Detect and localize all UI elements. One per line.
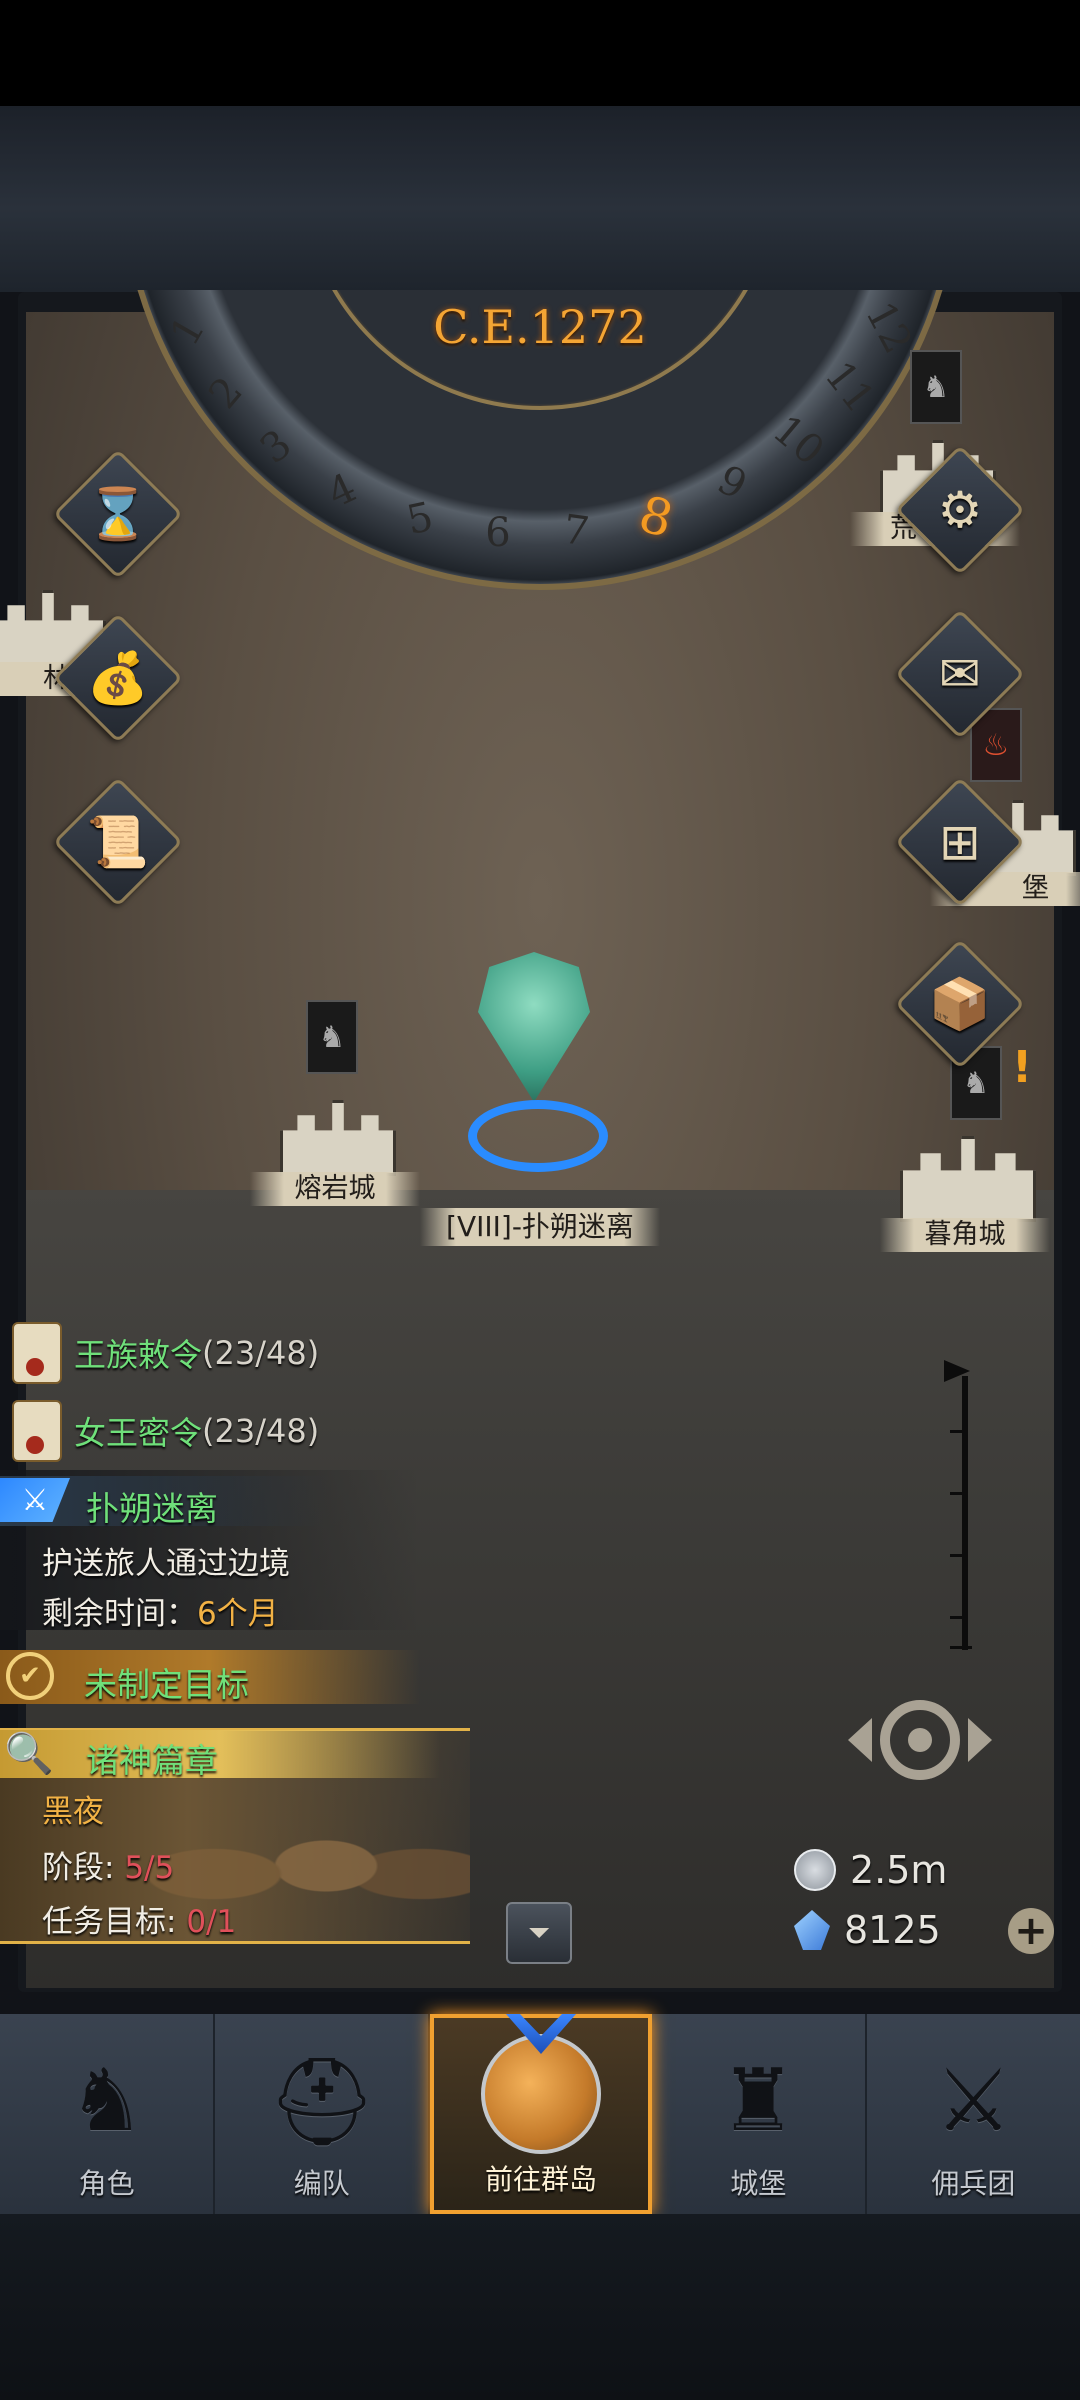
castle-icon: ♜ [719, 2051, 797, 2151]
town-label: 熔岩城 [250, 1172, 420, 1206]
gods-chapter-header [0, 1730, 440, 1778]
target-value: 0/1 [186, 1904, 237, 1940]
scroll-icon [12, 1322, 62, 1384]
zoom-tick [950, 1492, 968, 1495]
zoom-slider-track[interactable] [962, 1376, 968, 1650]
window-button[interactable]: ⊞ [894, 776, 1026, 908]
cargo-button[interactable]: 📦 [894, 938, 1026, 1070]
quest-count: (23/48) [202, 1334, 320, 1372]
quest-count: (23/48) [202, 1412, 320, 1450]
town-label: 暮角城 [880, 1218, 1050, 1252]
quest-royal-decree[interactable]: 王族敕令 (23/48) [12, 1322, 319, 1384]
quest-name: 王族敕令 [74, 1336, 203, 1374]
nav-item-mercenary[interactable]: ⚔ 佣兵团 [867, 2014, 1080, 2214]
year-display: C.E.1272 [433, 300, 647, 354]
castle-icon [900, 1136, 1036, 1222]
current-task-title: 扑朔迷离 [86, 1489, 218, 1528]
zoom-tick [950, 1646, 972, 1649]
money-bag-icon: 💰 [86, 648, 150, 707]
helmet-icon: ⛑ [267, 2051, 377, 2152]
nav-item-formation[interactable]: ⛑ 编队 [215, 2014, 431, 2214]
player-marker-label: [VIII]-扑朔迷离 [420, 1208, 660, 1246]
window-icon: ⊞ [939, 813, 981, 871]
town-dusk-horn-city[interactable]: 暮角城 ♞ ! [880, 1042, 1050, 1252]
remaining-time: 剩余时间：6个月 [42, 1588, 279, 1633]
collapse-down-icon: ⏷ [527, 1916, 551, 1949]
nav-item-archipelago[interactable]: 前往群岛 [430, 2014, 652, 2214]
zoom-tick [950, 1554, 968, 1557]
mail-button[interactable]: ✉ [894, 608, 1026, 740]
zoom-tick [950, 1430, 968, 1433]
bottom-nav: ♞ 角色 ⛑ 编队 前往群岛 ♜ 城堡 ⚔ 佣兵团 [0, 2014, 1080, 2214]
silver-resource: 2.5m [794, 1848, 947, 1892]
nav-item-character[interactable]: ♞ 角色 [0, 2014, 216, 2214]
nav-label: 城堡 [730, 2167, 787, 2200]
month-7: 7 [560, 506, 592, 556]
month-6: 6 [485, 510, 511, 556]
arrow-left-icon [848, 1718, 872, 1762]
target-icon: ✔ [6, 1652, 54, 1700]
town-lava-city[interactable]: 熔岩城 ♞ [250, 1000, 420, 1206]
crystal-amount: 8125 [844, 1908, 941, 1952]
bottom-frame-band [0, 2214, 1080, 2400]
scroll-icon: 📜 [86, 812, 150, 871]
top-frame-band [0, 106, 1080, 292]
crystal-resource: 8125 [794, 1908, 941, 1952]
scroll-button[interactable]: 📜 [52, 776, 184, 908]
settings-button[interactable]: ⚙ [894, 444, 1026, 576]
magnifier-icon: 🔍 [4, 1731, 54, 1777]
money-bag-button[interactable]: 💰 [52, 612, 184, 744]
zoom-tick [950, 1616, 968, 1619]
marker-ring [468, 1100, 608, 1172]
knight-icon: ♞ [68, 2051, 146, 2151]
gods-target: 任务目标: 0/1 [42, 1896, 236, 1941]
silver-amount: 2.5m [850, 1848, 948, 1892]
scroll-icon [12, 1400, 62, 1462]
current-task-desc: 护送旅人通过边境 [42, 1546, 290, 1582]
remaining-time-value: 6个月 [197, 1596, 279, 1632]
target-label: 任务目标: [42, 1904, 187, 1940]
stage-value: 5/5 [124, 1850, 175, 1886]
nav-item-castle[interactable]: ♜ 城堡 [652, 2014, 867, 2214]
add-crystal-button[interactable]: + [1008, 1908, 1054, 1954]
quest-queen-secret[interactable]: 女王密令 (23/48) [12, 1400, 319, 1462]
hourglass-button[interactable]: ⌛ [52, 448, 184, 580]
remaining-time-label: 剩余时间： [42, 1596, 197, 1632]
nav-label: 编队 [293, 2167, 350, 2200]
goal-text: 未制定目标 [84, 1665, 249, 1704]
quest-name: 女王密令 [74, 1414, 203, 1452]
status-bar-area [0, 0, 1080, 106]
crystal-icon [794, 1910, 830, 1950]
faction-banner-icon: ♞ [910, 350, 962, 424]
gods-chapter-subtitle: 黑夜 [42, 1794, 104, 1830]
faction-banner-icon: ♞ [306, 1000, 358, 1074]
nav-label: 佣兵团 [931, 2167, 1016, 2200]
hourglass-icon: ⌛ [86, 484, 150, 543]
plus-icon: + [1014, 1908, 1048, 1954]
gear-icon: ⚙ [937, 481, 983, 539]
cargo-icon: 📦 [928, 974, 992, 1033]
locate-button[interactable] [840, 1690, 1000, 1790]
target-locate-icon [880, 1700, 960, 1780]
gods-stage: 阶段: 5/5 [42, 1842, 174, 1887]
collapse-panel-button[interactable]: ⏷ [506, 1902, 572, 1964]
silver-coin-icon [794, 1849, 836, 1891]
nav-label: 前往群岛 [485, 2163, 598, 2196]
gods-chapter-title: 诸神篇章 [86, 1741, 218, 1780]
alert-icon: ! [1012, 1042, 1033, 1093]
mail-icon: ✉ [939, 645, 981, 703]
mercenary-icon: ⚔ [934, 2051, 1012, 2151]
nav-label: 角色 [78, 2167, 135, 2200]
arrow-right-icon [968, 1718, 992, 1762]
stage-label: 阶段: [42, 1850, 125, 1886]
castle-icon [280, 1100, 396, 1176]
